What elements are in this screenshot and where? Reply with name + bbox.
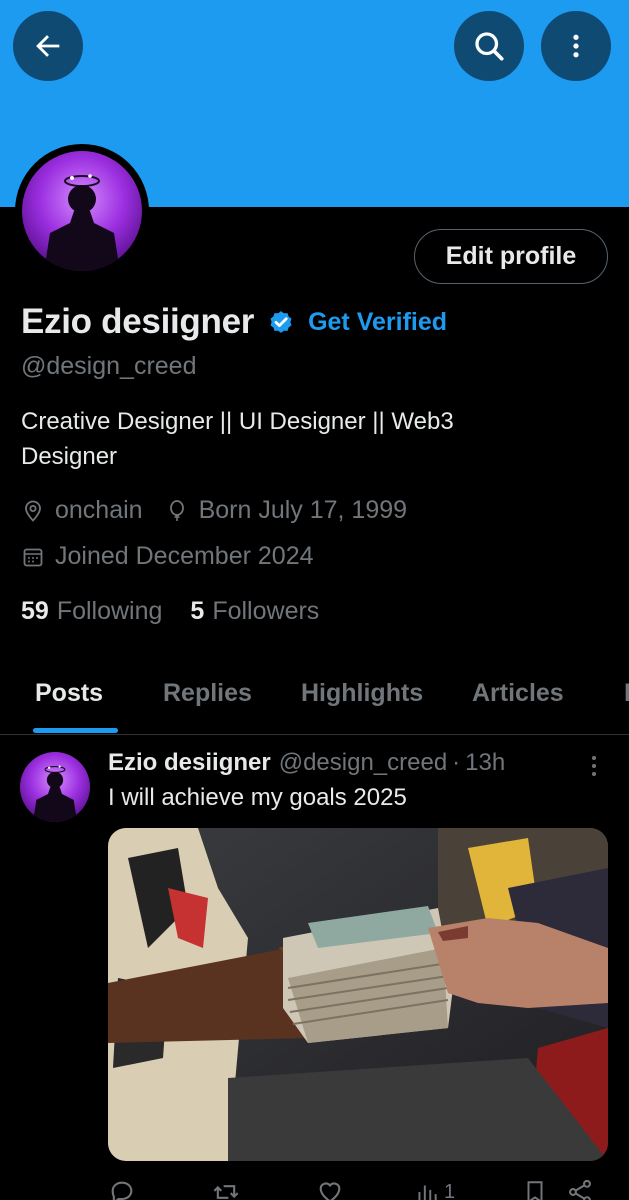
post-media-image[interactable] <box>108 828 608 1161</box>
active-tab-indicator <box>33 728 118 733</box>
post-header: Ezio desiigner @design_creed · 13h <box>108 749 505 777</box>
profile-meta-row: onchain Born July 17, 1999 <box>21 496 407 525</box>
post-avatar[interactable] <box>20 752 90 822</box>
share-icon[interactable] <box>566 1178 594 1200</box>
verified-badge-icon[interactable] <box>266 307 296 337</box>
location-text[interactable]: onchain <box>55 496 143 525</box>
tab-overflow[interactable]: I <box>624 679 629 708</box>
following-link[interactable]: 59 Following <box>21 597 162 626</box>
like-icon[interactable] <box>316 1178 344 1200</box>
profile-handle: @design_creed <box>21 352 197 380</box>
search-button[interactable] <box>454 11 524 81</box>
tab-posts[interactable]: Posts <box>35 679 103 708</box>
joined-text: Joined December 2024 <box>55 542 314 570</box>
avatar <box>22 151 142 271</box>
repost-icon[interactable] <box>212 1178 240 1200</box>
post-author-handle[interactable]: @design_creed <box>279 749 447 777</box>
search-icon <box>475 32 504 61</box>
post-author-name[interactable]: Ezio desiigner <box>108 749 271 777</box>
post-more-icon[interactable] <box>584 754 604 783</box>
location-icon <box>21 499 45 523</box>
tab-replies[interactable]: Replies <box>163 679 252 708</box>
profile-tabs: Posts Replies Highlights Articles I <box>0 665 629 735</box>
profile-avatar-frame[interactable] <box>15 144 149 278</box>
balloon-icon <box>165 499 189 523</box>
edit-profile-button[interactable]: Edit profile <box>414 229 608 284</box>
reply-icon[interactable] <box>108 1178 136 1200</box>
calendar-icon <box>21 545 45 569</box>
arrow-left-icon <box>36 35 60 57</box>
followers-link[interactable]: 5 Followers <box>190 597 319 626</box>
post-separator: · <box>452 749 461 776</box>
post-text: I will achieve my goals 2025 <box>108 784 407 811</box>
tab-highlights[interactable]: Highlights <box>301 679 423 708</box>
name-row: Ezio desiigner Get Verified <box>21 300 447 344</box>
post-timestamp[interactable]: 13h <box>465 749 505 777</box>
more-options-button[interactable] <box>541 11 611 81</box>
avatar-silhouette <box>44 174 120 271</box>
birthday-text: Born July 17, 1999 <box>198 496 408 524</box>
follow-stats: 59 Following 5 Followers <box>21 597 319 626</box>
views-count: 1 <box>444 1180 456 1200</box>
post-actions: 1 <box>108 1178 608 1200</box>
get-verified-link[interactable]: Get Verified <box>308 308 447 337</box>
joined-row: Joined December 2024 <box>21 542 314 571</box>
more-vertical-icon <box>573 34 579 58</box>
back-button[interactable] <box>13 11 83 81</box>
bookmark-icon[interactable] <box>522 1178 548 1200</box>
display-name: Ezio desiigner <box>21 302 255 341</box>
tab-articles[interactable]: Articles <box>472 679 564 708</box>
profile-bio: Creative Designer || UI Designer || Web3… <box>21 408 454 470</box>
views-stat[interactable]: 1 <box>414 1178 455 1200</box>
analytics-icon <box>418 1185 437 1200</box>
